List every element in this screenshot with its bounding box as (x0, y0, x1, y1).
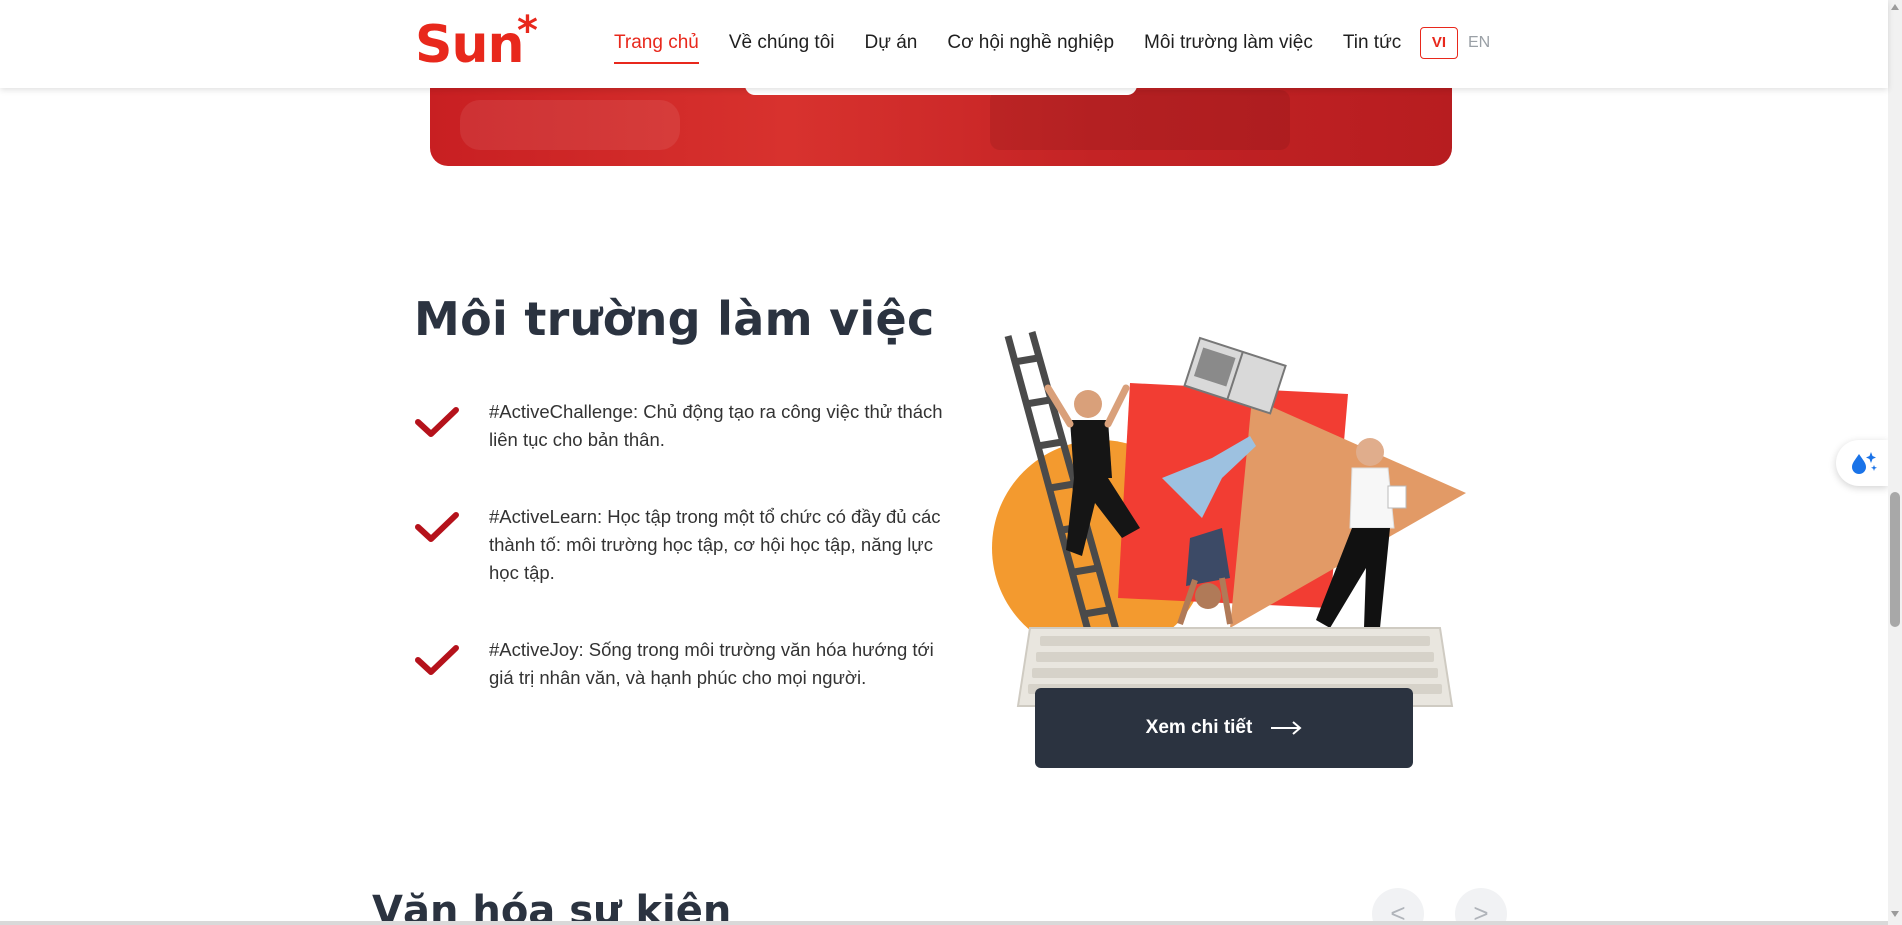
list-item-text: #ActiveJoy: Sống trong môi trường văn hó… (489, 639, 934, 688)
scroll-thumb[interactable] (1890, 492, 1900, 627)
logo-asterisk-icon: * (517, 8, 538, 54)
list-item: #ActiveJoy: Sống trong môi trường văn hó… (414, 636, 954, 696)
main-nav: Trang chủ Về chúng tôi Dự án Cơ hội nghề… (614, 30, 1431, 64)
nav-item-work-environment[interactable]: Môi trường làm việc (1144, 30, 1313, 64)
floating-assistant-button[interactable] (1836, 440, 1888, 486)
nav-item-home[interactable]: Trang chủ (614, 30, 699, 64)
arrow-right-icon (1271, 721, 1302, 735)
list-item: #ActiveLearn: Học tập trong một tổ chức … (414, 503, 954, 593)
horizontal-scrollbar[interactable] (0, 921, 1888, 925)
section-title: Môi trường làm việc (414, 292, 935, 346)
list-item-text: #ActiveChallenge: Chủ động tạo ra công v… (489, 401, 943, 450)
checkmark-icon (415, 407, 459, 437)
sun-logo[interactable]: Sun * (415, 8, 538, 76)
nav-item-careers[interactable]: Cơ hội nghề nghiệp (947, 30, 1114, 64)
view-details-label: Xem chi tiết (1145, 717, 1253, 738)
view-details-button[interactable]: Xem chi tiết (1035, 688, 1413, 768)
carousel-prev-button[interactable]: < (1372, 888, 1424, 925)
nav-item-projects[interactable]: Dự án (864, 30, 917, 64)
lang-vi-button[interactable]: VI (1420, 27, 1458, 59)
sparkle-drop-icon (1852, 452, 1877, 474)
vertical-scrollbar[interactable] (1888, 0, 1902, 925)
carousel-next-button[interactable]: > (1455, 888, 1507, 925)
logo-text: Sun (415, 15, 524, 75)
lang-en-button[interactable]: EN (1468, 27, 1490, 59)
banner-image-detail (460, 100, 680, 150)
next-section-title: Văn hóa sự kiện (372, 888, 732, 925)
nav-item-about[interactable]: Về chúng tôi (729, 30, 835, 64)
work-environment-illustration (992, 331, 1466, 707)
list-item: #ActiveChallenge: Chủ động tạo ra công v… (414, 398, 954, 458)
scroll-down-arrow-icon[interactable] (1891, 911, 1899, 917)
checkmark-icon (415, 645, 459, 675)
checkmark-icon (415, 512, 459, 542)
scroll-up-arrow-icon[interactable] (1891, 4, 1899, 10)
banner-image-detail (990, 90, 1290, 150)
list-item-text: #ActiveLearn: Học tập trong một tổ chức … (489, 506, 941, 583)
site-header: Sun * Trang chủ Về chúng tôi Dự án Cơ hội… (0, 0, 1888, 88)
nav-item-news[interactable]: Tin tức (1343, 30, 1401, 64)
